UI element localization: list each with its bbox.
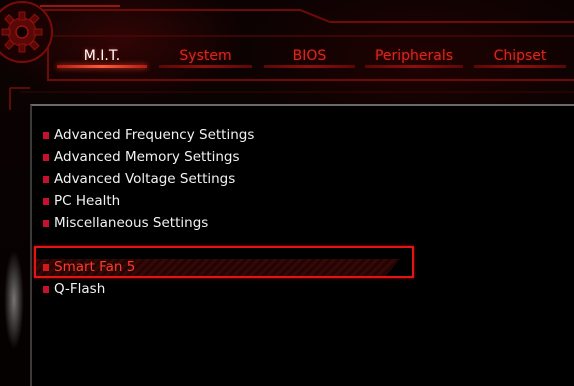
menu-item-q-flash[interactable]: Q-Flash [32,278,254,300]
menu-item-advanced-voltage-settings[interactable]: Advanced Voltage Settings [32,168,254,190]
bullet-icon [43,132,49,139]
menu-item-label: Advanced Frequency Settings [54,127,255,143]
bullet-icon [43,220,49,227]
menu-item-label: PC Health [54,193,121,209]
menu-item-advanced-memory-settings[interactable]: Advanced Memory Settings [32,146,254,168]
menu-item-label: Advanced Memory Settings [54,149,240,165]
tab-peripherals[interactable]: Peripherals [365,46,463,72]
tab-system[interactable]: System [159,46,252,72]
bullet-icon [43,176,49,183]
bullet-icon [43,198,49,205]
bullet-icon [43,286,49,293]
menu-item-label: Miscellaneous Settings [54,215,209,231]
edge-light [0,230,28,371]
tab-chipset[interactable]: Chipset [474,46,566,72]
menu-item-pc-health[interactable]: PC Health [32,190,254,212]
menu-item-advanced-frequency-settings[interactable]: Advanced Frequency Settings [32,124,254,146]
bullet-icon [43,264,49,271]
menu-item-label: Q-Flash [54,281,106,297]
menu-item-miscellaneous-settings[interactable]: Miscellaneous Settings [32,212,254,234]
tab-bios[interactable]: BIOS [264,46,355,72]
menu-item-label: Advanced Voltage Settings [54,171,236,187]
tab-mit[interactable]: M.I.T. [57,46,147,72]
menu-item-label: Smart Fan 5 [54,259,136,275]
bullet-icon [43,154,49,161]
settings-panel: Advanced Frequency Settings Advanced Mem… [30,104,574,386]
top-tab-bar: M.I.T. System BIOS Peripherals Chipset [0,0,574,80]
